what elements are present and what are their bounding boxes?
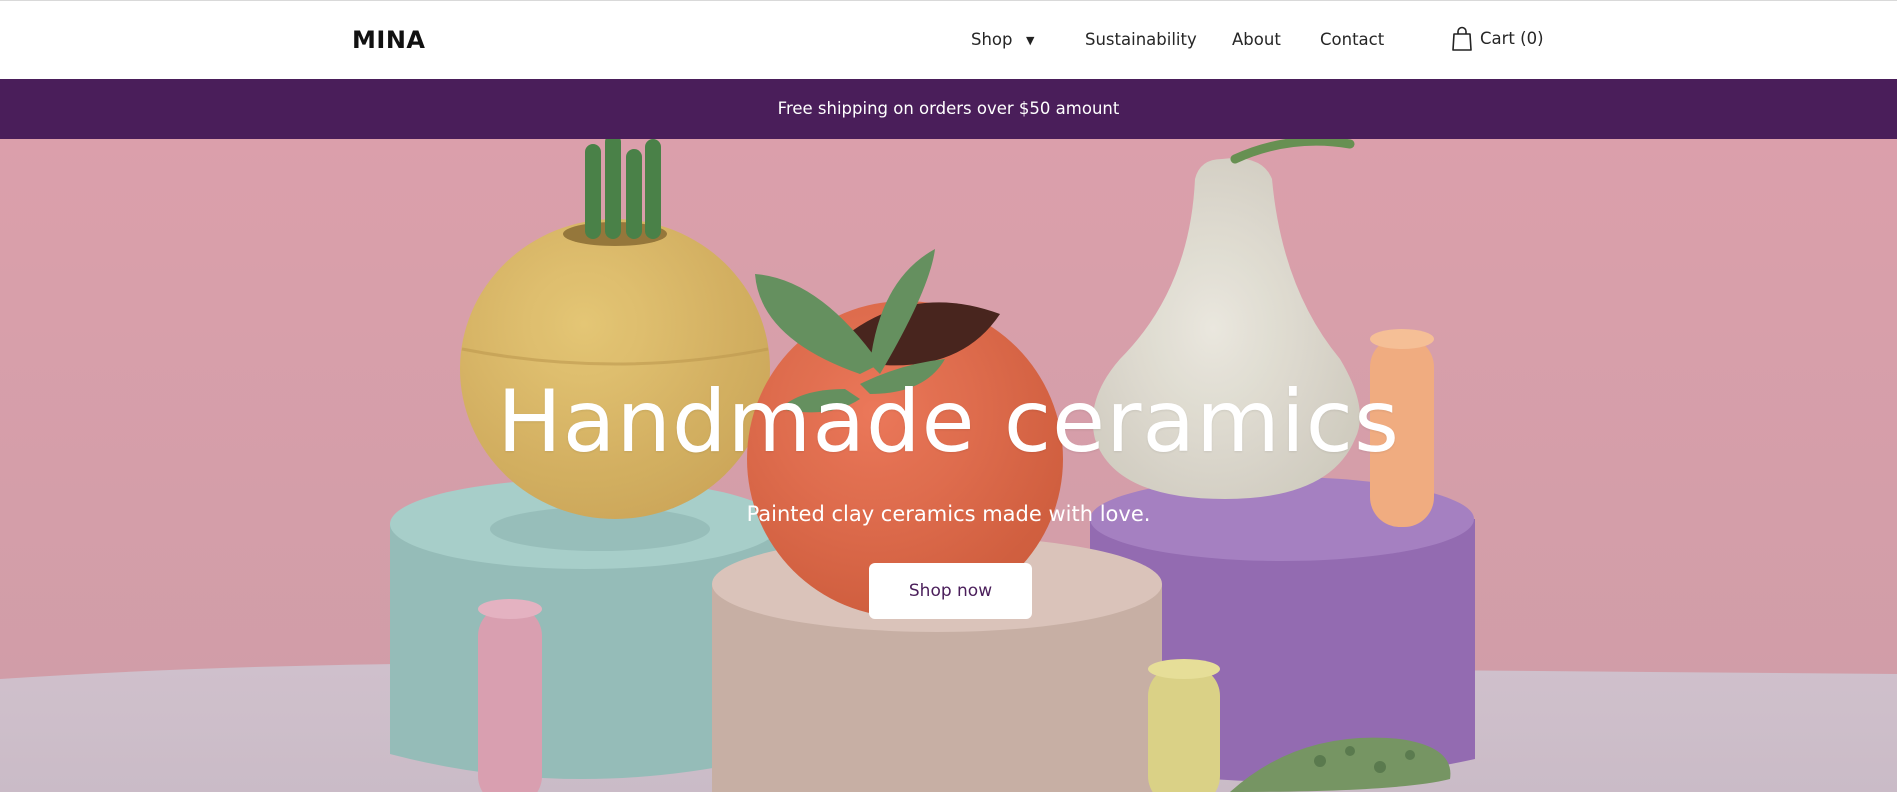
nav-about-link[interactable]: About bbox=[1232, 30, 1281, 49]
nav-sustainability-link[interactable]: Sustainability bbox=[1085, 30, 1197, 49]
announcement-text: Free shipping on orders over $50 amount bbox=[777, 99, 1120, 118]
nav-shop-link[interactable]: Shop bbox=[971, 30, 1013, 49]
site-header: MINA Shop ▼ Sustainability About Contact… bbox=[0, 0, 1897, 79]
cart-label: Cart (0) bbox=[1480, 29, 1544, 48]
hero-subtitle: Painted clay ceramics made with love. bbox=[746, 502, 1151, 526]
shop-now-button[interactable]: Shop now bbox=[869, 563, 1032, 619]
nav-contact-link[interactable]: Contact bbox=[1320, 30, 1384, 49]
caret-down-icon[interactable]: ▼ bbox=[1026, 34, 1034, 47]
hero-section: Handmade ceramics Painted clay ceramics … bbox=[0, 139, 1897, 792]
main-nav: Shop ▼ Sustainability About Contact bbox=[0, 30, 1897, 54]
hero-title: Handmade ceramics bbox=[497, 372, 1400, 472]
announcement-bar: Free shipping on orders over $50 amount bbox=[0, 79, 1897, 139]
shopping-bag-icon bbox=[1452, 26, 1472, 51]
hero-content: Handmade ceramics Painted clay ceramics … bbox=[0, 139, 1897, 792]
